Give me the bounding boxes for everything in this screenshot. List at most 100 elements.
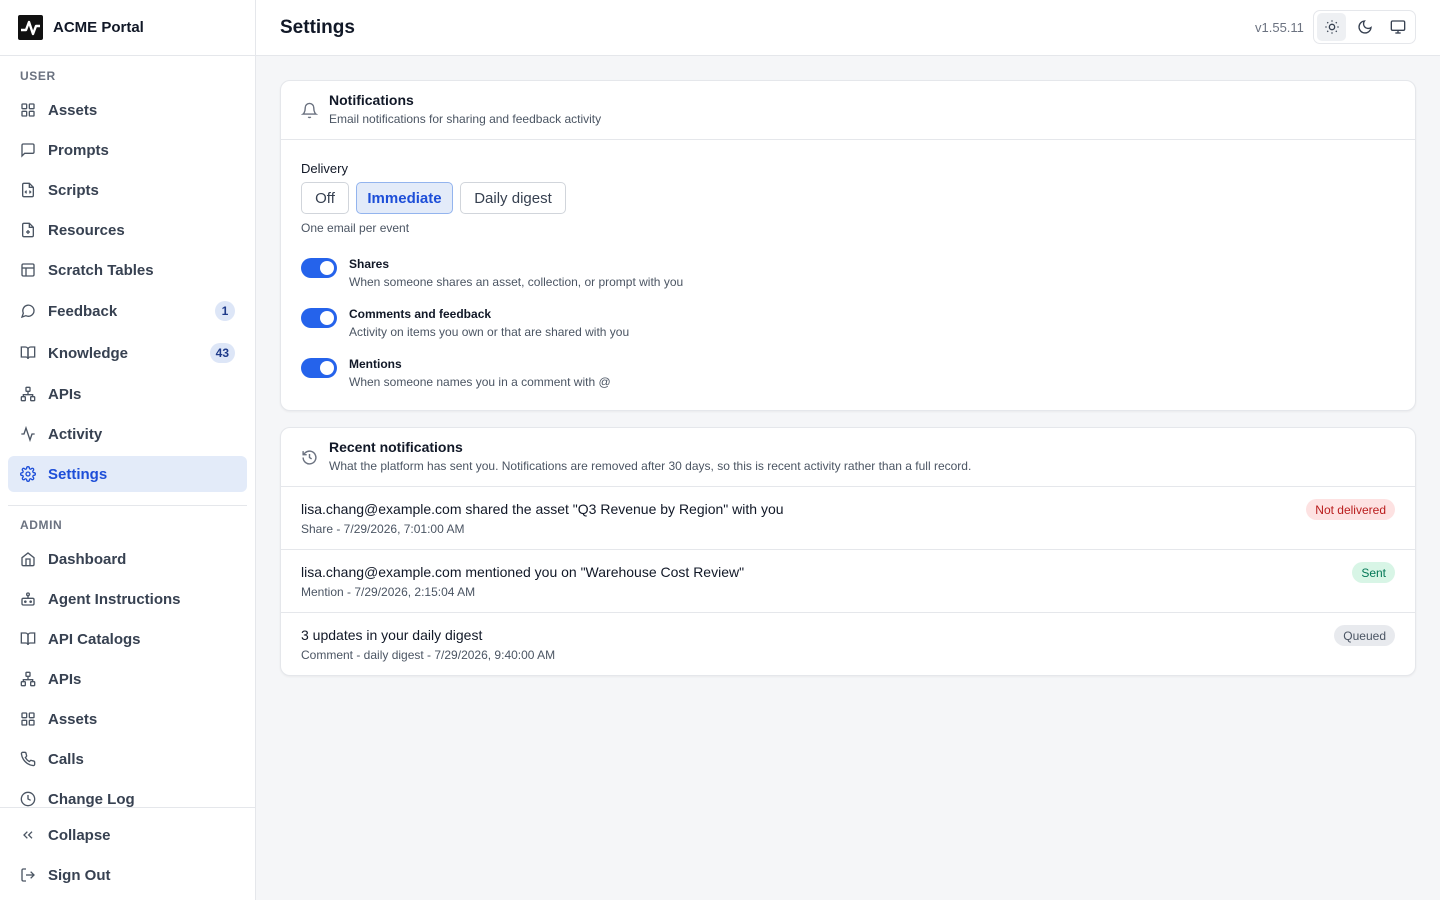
home-icon xyxy=(20,551,36,567)
notification-row[interactable]: lisa.chang@example.com mentioned you on … xyxy=(281,549,1415,612)
theme-switcher xyxy=(1313,10,1416,44)
notifications-card-header: Notifications Email notifications for sh… xyxy=(281,81,1415,140)
mentions-title: Mentions xyxy=(349,357,402,371)
sidebar-item-change-log[interactable]: Change Log xyxy=(8,781,247,807)
acme-logo-icon xyxy=(18,15,43,40)
notifications-card: Notifications Email notifications for sh… xyxy=(280,80,1416,411)
theme-dark-button[interactable] xyxy=(1350,13,1379,41)
section-label-user: USER xyxy=(20,69,56,83)
sidebar-item-label: APIs xyxy=(48,385,82,403)
status-badge: Sent xyxy=(1352,562,1395,583)
moon-icon xyxy=(1357,19,1373,35)
mentions-toggle[interactable] xyxy=(301,358,337,378)
notification-message: 3 updates in your daily digest xyxy=(301,627,483,643)
brand[interactable]: ACME Portal xyxy=(0,0,255,56)
sidebar-item-activity[interactable]: Activity xyxy=(8,416,247,452)
sidebar-item-feedback[interactable]: Feedback 1 xyxy=(8,293,247,329)
sidebar-divider xyxy=(8,505,247,506)
comments-title: Comments and feedback xyxy=(349,307,492,321)
theme-light-button[interactable] xyxy=(1317,13,1346,41)
shares-toggle[interactable] xyxy=(301,258,337,278)
gear-icon xyxy=(20,466,36,482)
status-badge: Queued xyxy=(1334,625,1395,646)
sidebar-item-assets[interactable]: Assets xyxy=(8,92,247,128)
delivery-daily-digest-button[interactable]: Daily digest xyxy=(460,182,566,214)
sidebar-item-dashboard[interactable]: Dashboard xyxy=(8,541,247,577)
sidebar-item-scratch-tables[interactable]: Scratch Tables xyxy=(8,252,247,288)
top-header: Settings v1.55.11 xyxy=(256,0,1440,56)
notification-row[interactable]: lisa.chang@example.com shared the asset … xyxy=(281,486,1415,549)
sidebar-nav[interactable]: USER Assets Prompts Scripts Resources Sc… xyxy=(0,56,255,807)
sidebar-item-apis[interactable]: APIs xyxy=(8,376,247,412)
sidebar-item-label: Dashboard xyxy=(48,550,127,568)
shares-desc: When someone shares an asset, collection… xyxy=(349,275,684,289)
file-code-icon xyxy=(20,182,36,198)
grid-icon xyxy=(20,711,36,727)
comments-desc: Activity on items you own or that are sh… xyxy=(349,325,630,339)
monitor-icon xyxy=(1390,19,1406,35)
sidebar-item-label: Assets xyxy=(48,101,98,119)
mentions-desc: When someone names you in a comment with… xyxy=(349,375,611,389)
notification-row[interactable]: 3 updates in your daily digest Comment -… xyxy=(281,612,1415,675)
status-badge: Not delivered xyxy=(1306,499,1395,520)
book-open-icon xyxy=(20,345,36,361)
history-icon xyxy=(301,449,318,466)
notifications-subtitle: Email notifications for sharing and feed… xyxy=(329,112,602,126)
notifications-title: Notifications xyxy=(329,92,414,108)
notification-meta: Mention - 7/29/2026, 2:15:04 AM xyxy=(301,585,476,599)
sidebar-item-label: Settings xyxy=(48,465,108,483)
sidebar-item-scripts[interactable]: Scripts xyxy=(8,172,247,208)
notification-message: lisa.chang@example.com shared the asset … xyxy=(301,501,784,517)
grid-icon xyxy=(20,102,36,118)
recent-title: Recent notifications xyxy=(329,439,463,455)
notification-meta: Comment - daily digest - 7/29/2026, 9:40… xyxy=(301,648,556,662)
feedback-count-badge: 1 xyxy=(215,301,235,321)
chevrons-left-icon xyxy=(20,827,36,843)
sidebar-footer: Collapse Sign Out xyxy=(0,807,255,900)
app-name: ACME Portal xyxy=(53,19,144,36)
sidebar-item-api-catalogs[interactable]: API Catalogs xyxy=(8,621,247,657)
sidebar-item-resources[interactable]: Resources xyxy=(8,212,247,248)
bell-icon xyxy=(300,102,319,119)
sign-out-button[interactable]: Sign Out xyxy=(8,857,247,893)
collapse-button[interactable]: Collapse xyxy=(8,817,247,853)
notification-message: lisa.chang@example.com mentioned you on … xyxy=(301,564,745,580)
collapse-label: Collapse xyxy=(48,826,111,844)
knowledge-count-badge: 43 xyxy=(209,343,235,363)
sidebar-item-prompts[interactable]: Prompts xyxy=(8,132,247,168)
clock-icon xyxy=(20,791,36,807)
log-out-icon xyxy=(20,867,36,883)
sidebar-item-calls[interactable]: Calls xyxy=(8,741,247,777)
book-open-icon xyxy=(20,631,36,647)
sidebar-item-label: Resources xyxy=(48,221,125,239)
network-icon xyxy=(20,671,36,687)
network-icon xyxy=(20,386,36,402)
sun-icon xyxy=(1324,19,1340,35)
sidebar-item-label: Feedback xyxy=(48,302,118,320)
theme-system-button[interactable] xyxy=(1383,13,1412,41)
recent-subtitle: What the platform has sent you. Notifica… xyxy=(329,459,972,473)
sidebar-item-label: Prompts xyxy=(48,141,109,159)
delivery-hint: One email per event xyxy=(301,221,410,235)
section-label-admin: ADMIN xyxy=(20,518,63,532)
sidebar-item-knowledge[interactable]: Knowledge 43 xyxy=(8,335,247,371)
delivery-off-button[interactable]: Off xyxy=(301,182,349,214)
version-label: v1.55.11 xyxy=(1255,20,1304,35)
shares-title: Shares xyxy=(349,257,390,271)
message-circle-icon xyxy=(20,303,36,319)
page-title: Settings xyxy=(280,17,355,38)
toggle-knob xyxy=(320,361,334,375)
sidebar-item-settings[interactable]: Settings xyxy=(8,456,247,492)
delivery-label: Delivery xyxy=(301,161,348,176)
sidebar-item-label: APIs xyxy=(48,670,82,688)
delivery-immediate-button[interactable]: Immediate xyxy=(356,182,453,214)
comments-toggle[interactable] xyxy=(301,308,337,328)
sidebar-item-admin-apis[interactable]: APIs xyxy=(8,661,247,697)
sidebar-item-agent-instructions[interactable]: Agent Instructions xyxy=(8,581,247,617)
sidebar-item-label: Scratch Tables xyxy=(48,261,154,279)
file-plus-icon xyxy=(20,222,36,238)
sidebar-item-label: Agent Instructions xyxy=(48,590,181,608)
sidebar-item-label: Activity xyxy=(48,425,103,443)
bot-icon xyxy=(20,591,36,607)
sidebar-item-admin-assets[interactable]: Assets xyxy=(8,701,247,737)
